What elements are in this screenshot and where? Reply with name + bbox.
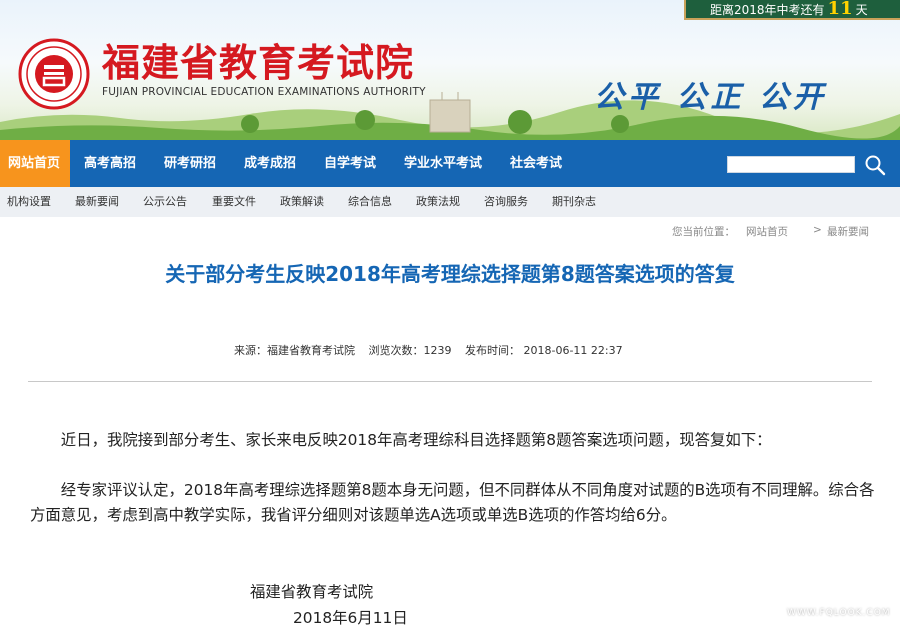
nav-item-adult-exam[interactable]: 成考成招: [244, 140, 296, 187]
nav-item-graduate[interactable]: 研考研招: [164, 140, 216, 187]
search-input[interactable]: [727, 156, 855, 173]
secondary-nav: 机构设置 最新要闻 公示公告 重要文件 政策解读 综合信息 政策法规 咨询服务 …: [0, 187, 900, 217]
article-paragraph: 近日，我院接到部分考生、家长来电反映2018年高考理综科目选择题第8题答案选项问…: [60, 431, 772, 449]
breadcrumb-label: 您当前位置：: [672, 226, 735, 238]
subnav-item-latest-news[interactable]: 最新要闻: [75, 187, 119, 217]
article-title: 关于部分考生反映2018年高考理综选择题第8题答案选项的答复: [165, 262, 735, 286]
subnav-item-announcements[interactable]: 公示公告: [143, 187, 187, 217]
subnav-item-documents[interactable]: 重要文件: [212, 187, 256, 217]
countdown-days: 11: [827, 0, 853, 19]
article-paragraph: 经专家评议认定，2018年高考理综选择题第8题本身无问题，但不同群体从不同角度对…: [30, 481, 875, 524]
article-view-count: 浏览次数：1239: [368, 344, 452, 357]
subnav-item-general-info[interactable]: 综合信息: [348, 187, 392, 217]
countdown-prefix: 距离2018年中考还有: [710, 3, 825, 17]
nav-item-self-study[interactable]: 自学考试: [324, 140, 376, 187]
nav-item-gaokao[interactable]: 高考高招: [84, 140, 136, 187]
exam-countdown: 距离2018年中考还有 11 天: [684, 0, 900, 20]
breadcrumb-separator: >: [813, 224, 822, 236]
watermark-url: WWW.FQLOOK.COM: [787, 608, 891, 618]
subnav-item-consulting[interactable]: 咨询服务: [484, 187, 528, 217]
nav-item-home[interactable]: 网站首页: [0, 140, 71, 187]
site-name-english: FUJIAN PROVINCIAL EDUCATION EXAMINATIONS…: [102, 86, 426, 98]
authority-seal-logo-icon[interactable]: [18, 38, 90, 110]
subnav-item-regulations[interactable]: 政策法规: [416, 187, 460, 217]
subnav-item-policy-interpretation[interactable]: 政策解读: [280, 187, 324, 217]
nav-item-proficiency[interactable]: 学业水平考试: [404, 140, 482, 187]
meta-divider: [28, 381, 872, 382]
article-meta: 来源：福建省教育考试院 浏览次数：1239 发布时间： 2018-06-11 2…: [234, 342, 633, 358]
article-publish-time: 发布时间： 2018-06-11 22:37: [465, 344, 623, 357]
site-header: 距离2018年中考还有 11 天 福建省教育考试院 FUJIAN PROVINCIA…: [0, 0, 900, 140]
search-icon[interactable]: [864, 154, 886, 176]
breadcrumb-home[interactable]: 网站首页: [746, 224, 788, 239]
subnav-item-organization[interactable]: 机构设置: [7, 187, 51, 217]
nav-item-social-exam[interactable]: 社会考试: [510, 140, 562, 187]
countdown-suffix: 天: [855, 3, 868, 17]
subnav-item-journals[interactable]: 期刊杂志: [552, 187, 596, 217]
signature-organization: 福建省教育考试院: [250, 583, 374, 601]
article-source: 来源：福建省教育考试院: [234, 344, 355, 357]
signature-date: 2018年6月11日: [293, 609, 408, 627]
breadcrumb-current[interactable]: 最新要闻: [827, 224, 869, 239]
site-name[interactable]: 福建省教育考试院: [102, 32, 414, 87]
site-slogan: 公平 公正 公开: [594, 80, 827, 115]
